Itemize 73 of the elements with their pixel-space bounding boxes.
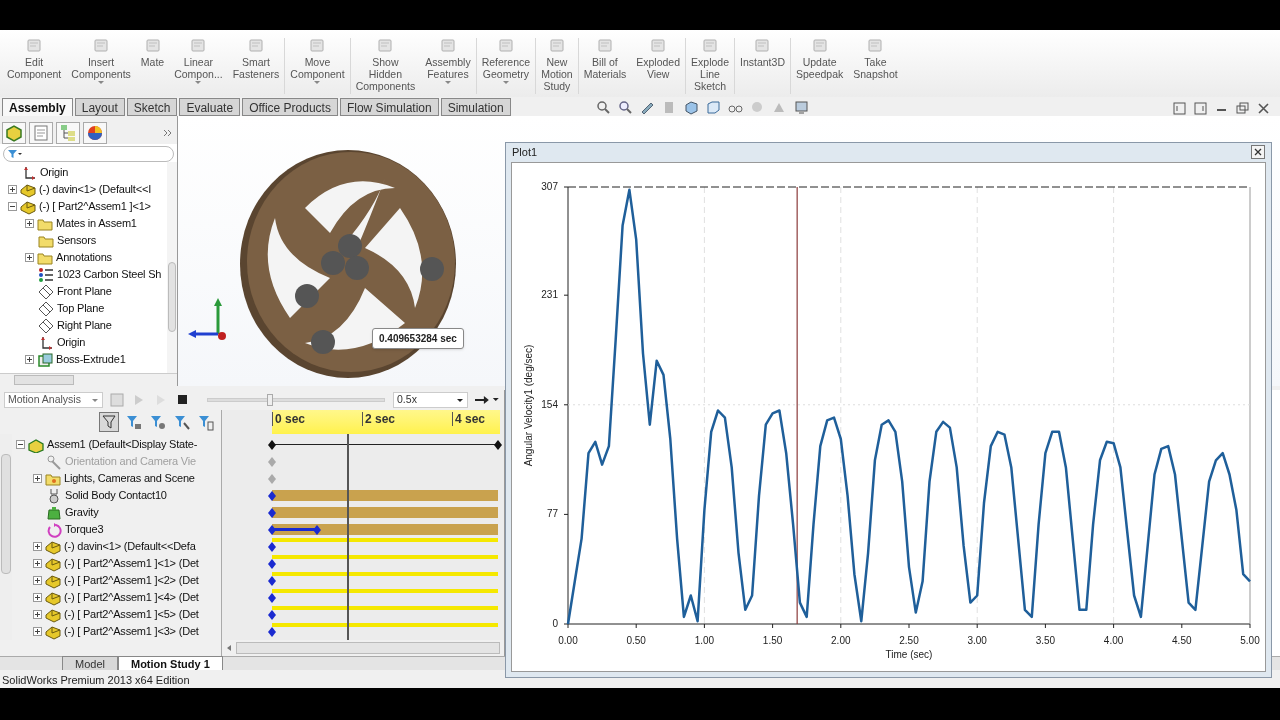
axis-title: Time (sec) — [885, 649, 933, 660]
time-tooltip: 0.409653284 sec — [372, 328, 464, 349]
toolbar-button[interactable]: Show Hidden Components — [350, 38, 421, 92]
tick-label: 0.50 — [626, 635, 646, 646]
tick-label: 231 — [541, 289, 558, 301]
ribbon-tab[interactable]: Layout — [74, 98, 125, 116]
window-title: Plot1 — [512, 144, 538, 160]
toolbar-button[interactable]: Exploded View — [631, 38, 686, 80]
tree-item[interactable]: (-) davin<1> (Default<<Defa — [64, 538, 196, 555]
toolbar-button[interactable]: Explode Line Sketch — [686, 38, 734, 92]
tree-item[interactable]: (-) [ Part2^Assem1 ]<1> — [39, 198, 151, 215]
toolbar-button[interactable]: Linear Compon... — [169, 38, 228, 85]
ribbon-tab[interactable]: Office Products — [242, 98, 338, 116]
tree-item[interactable]: Gravity — [65, 504, 99, 521]
tick-label: 0 — [552, 618, 558, 629]
toolbar-button[interactable]: Reference Geometry — [476, 38, 536, 85]
tick-label: 2.50 — [899, 635, 919, 646]
toolbar-button[interactable]: Assembly Features — [420, 38, 476, 85]
tree-item[interactable]: Right Plane — [57, 317, 112, 334]
ribbon-tab[interactable]: Evaluate — [179, 98, 241, 116]
tree-item[interactable]: Lights, Cameras and Scene — [64, 470, 195, 487]
tree-item[interactable]: Solid Body Contact10 — [65, 487, 167, 504]
tree-item[interactable]: Sensors — [57, 232, 96, 249]
ruler-label: 0 sec — [272, 412, 306, 426]
tick-label: 3.50 — [1035, 635, 1056, 646]
tree-item[interactable]: Mates in Assem1 — [56, 215, 137, 232]
ribbon-tab[interactable]: Assembly — [2, 98, 73, 116]
tree-item[interactable]: (-) [ Part2^Assem1 ]<5> (Det — [64, 606, 199, 623]
tick-label: 1.00 — [694, 635, 715, 646]
toolbar-button[interactable]: Instant3D — [735, 38, 790, 68]
toolbar-button[interactable]: Insert Components — [66, 38, 136, 85]
tick-label: 5.00 — [1240, 635, 1260, 646]
tree-item[interactable]: Front Plane — [57, 283, 112, 300]
speed-dropdown[interactable]: 0.5x — [393, 392, 469, 408]
toolbar-button[interactable]: Move Component — [285, 38, 350, 85]
tree-item[interactable]: Boss-Extrude1 — [56, 351, 126, 368]
tree-item[interactable]: Top Plane — [57, 300, 105, 317]
tree-item[interactable]: (-) [ Part2^Assem1 ]<3> (Det — [64, 623, 199, 640]
ruler-label: 4 sec — [452, 412, 486, 426]
tick-label: 307 — [541, 181, 558, 192]
toolbar-button[interactable]: Bill of Materials — [578, 38, 632, 80]
tick-label: 154 — [541, 398, 558, 410]
tree-item[interactable]: 1023 Carbon Steel Sh — [57, 266, 162, 283]
tick-label: 1.50 — [762, 635, 783, 646]
tree-item[interactable]: (-) [ Part2^Assem1 ]<1> (Det — [64, 555, 199, 572]
toolbar-button[interactable]: Edit Component — [2, 38, 67, 80]
toolbar-button[interactable]: New Motion Study — [536, 38, 578, 92]
tree-item[interactable]: (-) [ Part2^Assem1 ]<4> (Det — [64, 589, 199, 606]
tree-item[interactable]: Origin — [57, 334, 86, 351]
study-tab[interactable]: Model — [62, 656, 118, 670]
study-type-dropdown[interactable]: Motion Analysis — [4, 392, 103, 408]
toolbar-button[interactable]: Smart Fasteners — [227, 38, 285, 80]
tick-label: 3.00 — [967, 635, 987, 646]
ruler-label: 2 sec — [362, 412, 396, 426]
tree-item[interactable]: (-) davin<1> (Default<<I — [39, 181, 151, 198]
tick-label: 4.00 — [1103, 635, 1124, 646]
tick-label: 0.00 — [558, 635, 578, 646]
toolbar-button[interactable]: Update Speedpak — [790, 38, 849, 80]
tick-label: 2.00 — [831, 635, 851, 646]
tick-label: 77 — [546, 508, 558, 520]
study-tab[interactable]: Motion Study 1 — [117, 656, 223, 670]
tree-item[interactable]: Origin — [40, 164, 69, 181]
toolbar-button[interactable]: Take Snapshot — [848, 38, 903, 80]
toolbar-button[interactable]: Mate — [135, 38, 170, 68]
tree-item[interactable]: (-) [ Part2^Assem1 ]<2> (Det — [64, 572, 199, 589]
tree-item[interactable]: Torque3 — [65, 521, 104, 538]
ribbon-tab[interactable]: Sketch — [126, 98, 178, 116]
ribbon-tab[interactable]: Simulation — [440, 98, 511, 116]
axis-title: Angular Velocity1 (deg/sec) — [523, 344, 534, 467]
ribbon-tab[interactable]: Flow Simulation — [339, 98, 439, 116]
tree-item[interactable]: Annotations — [56, 249, 112, 266]
tree-item[interactable]: Assem1 (Default<Display State- — [47, 436, 198, 453]
tick-label: 4.50 — [1172, 635, 1192, 646]
